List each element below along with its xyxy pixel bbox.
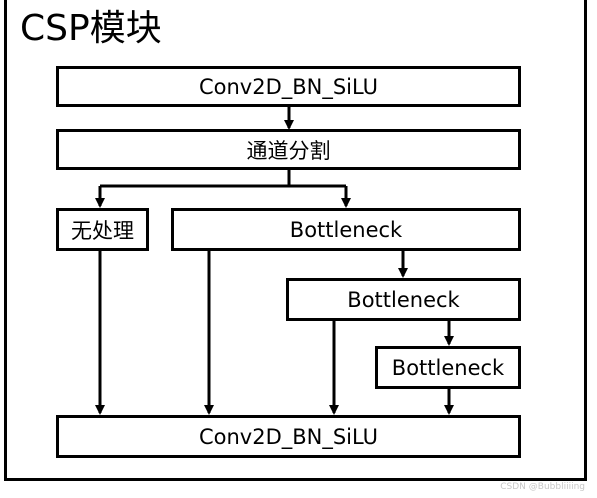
- channel-split-node: 通道分割: [56, 129, 521, 170]
- bottleneck-3-node: Bottleneck: [375, 346, 521, 389]
- passthrough-node: 无处理: [56, 208, 149, 251]
- conv-bottom-node: Conv2D_BN_SiLU: [56, 415, 521, 458]
- conv-top-node: Conv2D_BN_SiLU: [56, 66, 521, 107]
- bottleneck-1-node: Bottleneck: [171, 208, 521, 251]
- bottleneck-2-node: Bottleneck: [286, 278, 521, 321]
- watermark: CSDN @Bubbliiiing: [500, 482, 585, 492]
